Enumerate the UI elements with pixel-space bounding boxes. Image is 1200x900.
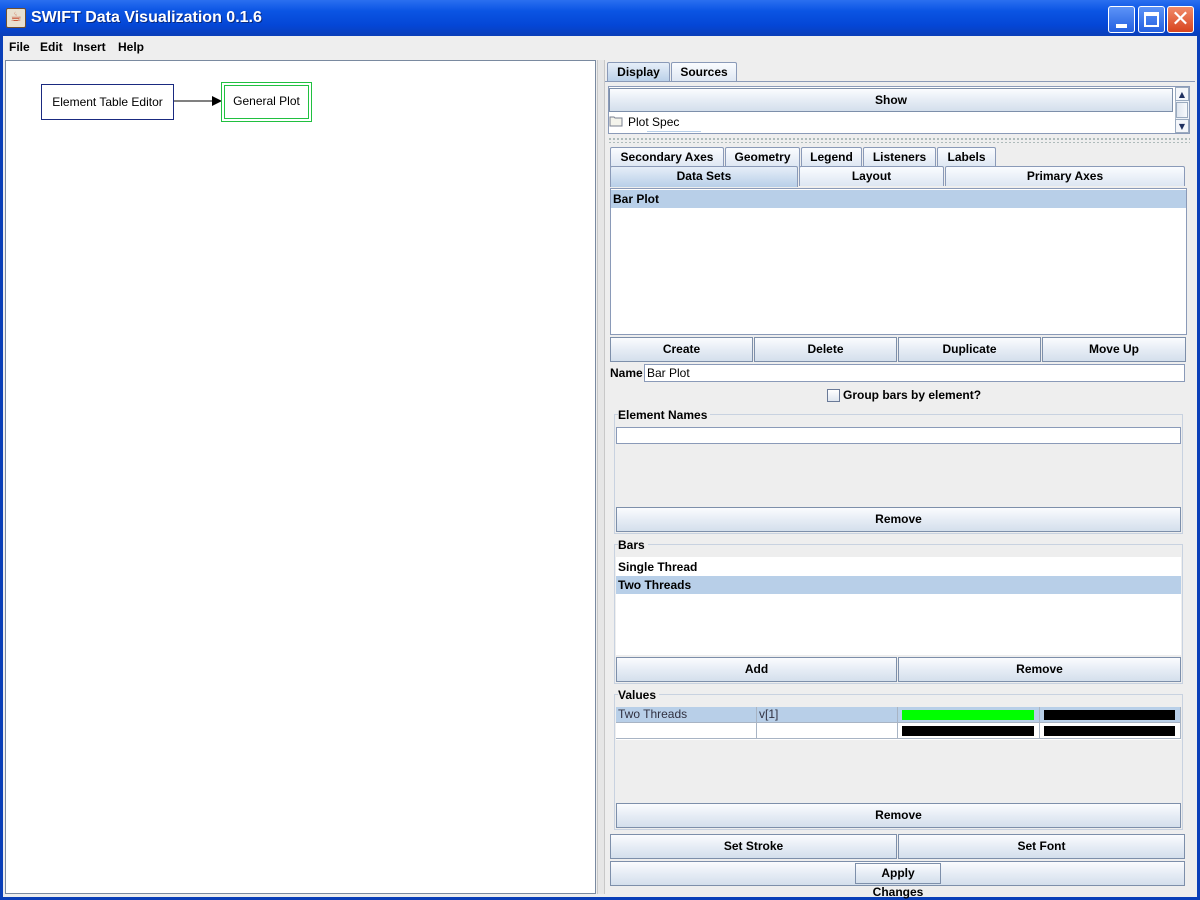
fill-color-swatch: [902, 726, 1034, 736]
connection-arrow: [174, 96, 222, 106]
move-up-button[interactable]: Move Up: [1042, 337, 1186, 362]
tab-underline: [605, 81, 1195, 82]
values-title: Values: [618, 688, 660, 702]
tab-data-sets[interactable]: Data Sets: [610, 166, 798, 187]
folder-icon: [609, 115, 623, 127]
bars-add-button[interactable]: Add: [616, 657, 897, 682]
tab-geometry[interactable]: Geometry: [725, 147, 800, 167]
menu-file[interactable]: File: [9, 40, 30, 54]
stroke-color-swatch: [1044, 710, 1175, 720]
tab-display[interactable]: Display: [607, 62, 670, 82]
create-button[interactable]: Create: [610, 337, 753, 362]
element-names-remove-button[interactable]: Remove: [616, 507, 1181, 532]
values-cell-name[interactable]: [616, 723, 757, 739]
tab-sources[interactable]: Sources: [671, 62, 737, 82]
bars-title: Bars: [618, 538, 648, 552]
close-icon: ✕: [1171, 7, 1190, 32]
java-cup-icon: ☕: [6, 8, 26, 28]
split-pane-divider[interactable]: [597, 60, 605, 894]
maximize-button[interactable]: [1138, 6, 1165, 33]
bars-item-single-thread[interactable]: Single Thread: [616, 558, 1181, 576]
tab-labels[interactable]: Labels: [937, 147, 996, 167]
window-title: SWIFT Data Visualization 0.1.6: [31, 9, 262, 26]
close-button[interactable]: ✕: [1167, 6, 1194, 33]
element-names-header: [616, 427, 1181, 444]
values-cell-stroke[interactable]: [1040, 707, 1181, 723]
fill-color-swatch: [902, 710, 1034, 720]
element-names-title: Element Names: [618, 408, 711, 422]
show-button[interactable]: Show: [609, 88, 1173, 112]
values-cell-var[interactable]: v[1]: [757, 707, 898, 723]
element-names-list[interactable]: [616, 444, 1181, 506]
values-cell-var[interactable]: [757, 723, 898, 739]
node-general-plot[interactable]: General Plot: [221, 82, 312, 122]
menu-edit[interactable]: Edit: [40, 40, 63, 54]
menu-bar: [3, 36, 1197, 58]
maximize-icon: [1144, 12, 1159, 27]
tab-listeners[interactable]: Listeners: [863, 147, 936, 167]
values-cell-fill[interactable]: [898, 723, 1040, 739]
group-bars-label: Group bars by element?: [843, 388, 982, 402]
minimize-button[interactable]: [1108, 6, 1135, 33]
tab-legend[interactable]: Legend: [801, 147, 862, 167]
scrollbar-thumb[interactable]: [1176, 102, 1188, 118]
set-font-button[interactable]: Set Font: [898, 834, 1185, 859]
menu-help[interactable]: Help: [118, 40, 144, 54]
name-label: Name: [610, 366, 643, 380]
dataset-list[interactable]: [610, 188, 1187, 335]
name-input[interactable]: [644, 364, 1185, 382]
graph-canvas[interactable]: [5, 60, 596, 894]
values-cell-name[interactable]: Two Threads: [616, 707, 757, 723]
dataset-item[interactable]: Bar Plot: [611, 190, 1186, 208]
scroll-up-arrow-icon[interactable]: ▲: [1175, 87, 1189, 101]
tree-item-underline: [647, 131, 701, 132]
tab-layout[interactable]: Layout: [799, 166, 944, 186]
duplicate-button[interactable]: Duplicate: [898, 337, 1041, 362]
delete-button[interactable]: Delete: [754, 337, 897, 362]
group-bars-checkbox[interactable]: [827, 389, 840, 402]
bars-item-two-threads[interactable]: Two Threads: [616, 576, 1181, 594]
node-element-table-editor[interactable]: Element Table Editor: [41, 84, 174, 120]
apply-changes-button[interactable]: Apply Changes: [855, 863, 941, 899]
minimize-icon: [1116, 24, 1127, 28]
values-cell-stroke[interactable]: [1040, 723, 1181, 739]
menu-insert[interactable]: Insert: [73, 40, 106, 54]
values-remove-button[interactable]: Remove: [616, 803, 1181, 828]
set-stroke-button[interactable]: Set Stroke: [610, 834, 897, 859]
values-cell-fill[interactable]: [898, 707, 1040, 723]
bars-remove-button[interactable]: Remove: [898, 657, 1181, 682]
stroke-color-swatch: [1044, 726, 1175, 736]
tab-primary-axes[interactable]: Primary Axes: [945, 166, 1185, 186]
split-divider-horizontal[interactable]: [608, 137, 1190, 143]
scroll-down-arrow-icon[interactable]: ▼: [1175, 119, 1189, 133]
tree-item-plot-spec[interactable]: Plot Spec: [626, 114, 679, 130]
tab-secondary-axes[interactable]: Secondary Axes: [610, 147, 724, 167]
